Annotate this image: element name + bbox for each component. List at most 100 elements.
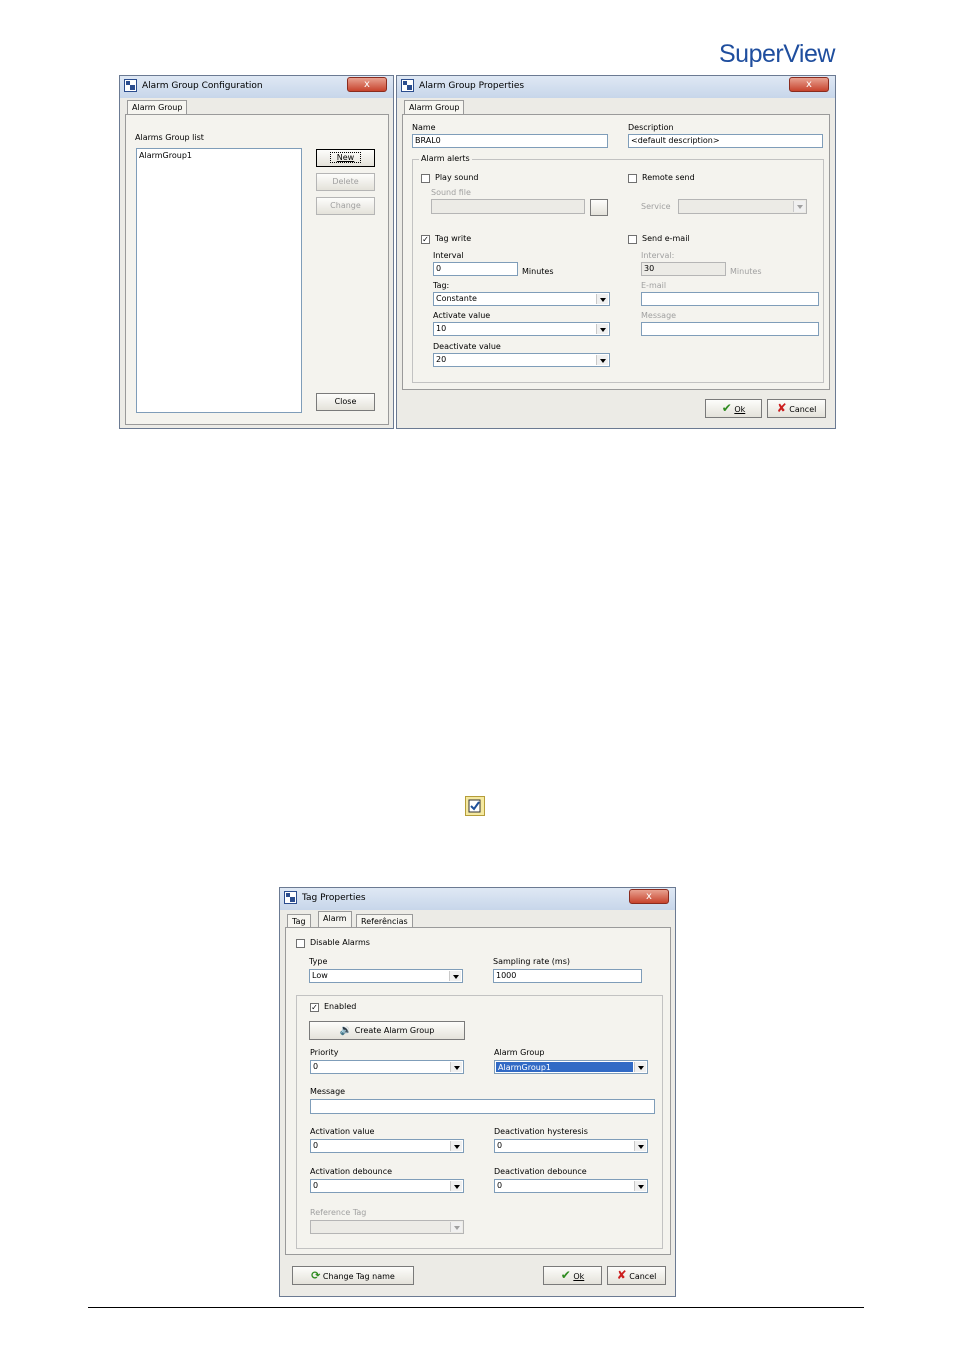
browse-sound-button[interactable] <box>590 199 608 216</box>
chevron-down-icon <box>596 294 608 304</box>
type-select[interactable]: Low <box>309 969 463 983</box>
sampling-rate-field[interactable]: 1000 <box>493 969 642 983</box>
tab-alarm-group[interactable]: Alarm Group <box>404 100 465 115</box>
close-icon: ✘ <box>616 1268 627 1282</box>
remote-send-checkbox[interactable] <box>628 174 637 183</box>
check-icon: ✔ <box>721 401 732 415</box>
alarm-group-configuration-window: Alarm Group Configuration x Alarm Group … <box>119 75 394 429</box>
tab-referencias[interactable]: Referências <box>356 914 413 928</box>
alarm-checklist-icon <box>465 796 485 816</box>
sound-file-label: Sound file <box>431 188 471 197</box>
interval-field[interactable]: 0 <box>433 262 518 276</box>
delete-button[interactable]: Delete <box>316 173 375 191</box>
email-field[interactable] <box>641 292 819 306</box>
message-field[interactable] <box>641 322 819 336</box>
priority-select[interactable]: 0 <box>310 1060 464 1074</box>
chevron-down-icon <box>596 355 608 365</box>
deactivation-hysteresis-label: Deactivation hysteresis <box>494 1127 588 1136</box>
change-button[interactable]: Change <box>316 197 375 215</box>
close-window-button[interactable]: x <box>347 77 387 92</box>
name-field[interactable]: BRAL0 <box>412 134 608 148</box>
activation-value-select[interactable]: 0 <box>310 1139 464 1153</box>
ok-button[interactable]: ✔ Ok <box>705 399 762 418</box>
send-email-checkbox[interactable] <box>628 235 637 244</box>
service-select[interactable] <box>678 199 807 214</box>
name-label: Name <box>412 123 436 132</box>
type-label: Type <box>309 957 328 966</box>
tag-write-checkbox[interactable]: ✓ <box>421 235 430 244</box>
tab-tag[interactable]: Tag <box>287 914 311 928</box>
activation-debounce-select[interactable]: 0 <box>310 1179 464 1193</box>
deactivation-debounce-select[interactable]: 0 <box>494 1179 648 1193</box>
ok-button[interactable]: ✔ Ok <box>543 1266 602 1285</box>
description-label: Description <box>628 123 674 132</box>
chevron-down-icon <box>450 1141 462 1151</box>
activate-value-select[interactable]: 10 <box>433 322 610 336</box>
app-icon <box>124 79 137 92</box>
title-bar: Tag Properties x <box>280 888 675 910</box>
change-tag-name-label: Change Tag name <box>322 1272 395 1281</box>
cancel-button[interactable]: ✘ Cancel <box>767 399 826 418</box>
description-field[interactable]: <default description> <box>628 134 823 148</box>
tag-select-value: Constante <box>436 294 477 303</box>
chevron-down-icon <box>596 324 608 334</box>
new-button-label: New <box>329 152 362 163</box>
superview-logo: SuperView <box>719 40 835 68</box>
activation-value-label: Activation value <box>310 1127 375 1136</box>
change-tag-name-button[interactable]: ⟳ Change Tag name <box>292 1266 414 1285</box>
deactivate-value: 20 <box>436 355 447 364</box>
activation-debounce-value: 0 <box>313 1181 319 1190</box>
list-item[interactable]: AlarmGroup1 <box>139 151 192 160</box>
reference-tag-label: Reference Tag <box>310 1208 367 1217</box>
window-title: Alarm Group Configuration <box>142 81 263 91</box>
cancel-button[interactable]: ✘ Cancel <box>607 1266 666 1285</box>
disable-alarms-checkbox[interactable] <box>296 939 305 948</box>
alarms-group-list[interactable]: AlarmGroup1 <box>136 148 302 413</box>
new-button[interactable]: New <box>316 149 375 167</box>
chevron-down-icon <box>450 1062 462 1072</box>
tab-alarm[interactable]: Alarm <box>318 911 352 928</box>
window-title: Tag Properties <box>302 893 366 903</box>
close-window-button[interactable]: x <box>789 77 829 92</box>
close-icon: ✘ <box>776 401 787 415</box>
cancel-label: Cancel <box>789 405 817 414</box>
chevron-down-icon <box>634 1141 646 1151</box>
tab-panel: Disable Alarms Type Low Sampling rate (m… <box>285 927 671 1255</box>
window-title: Alarm Group Properties <box>419 81 525 91</box>
play-sound-checkbox[interactable] <box>421 174 430 183</box>
play-sound-label: Play sound <box>435 173 479 182</box>
send-email-label: Send e-mail <box>642 234 690 243</box>
priority-value: 0 <box>313 1062 319 1071</box>
activation-debounce-label: Activation debounce <box>310 1167 393 1176</box>
tag-select[interactable]: Constante <box>433 292 610 306</box>
deactivation-hysteresis-value: 0 <box>497 1141 503 1150</box>
interval-label: Interval <box>433 251 464 260</box>
ok-label: Ok <box>573 1272 585 1281</box>
enabled-checkbox[interactable]: ✓ <box>310 1003 319 1012</box>
message-field[interactable] <box>310 1099 655 1114</box>
create-alarm-group-button[interactable]: 🔉 Create Alarm Group <box>309 1021 465 1040</box>
email-interval-label: Interval: <box>641 251 675 260</box>
reference-tag-select[interactable] <box>310 1220 464 1234</box>
type-value: Low <box>312 971 328 980</box>
alarm-group-label: Alarm Group <box>494 1048 545 1057</box>
footer-divider <box>88 1307 864 1308</box>
tab-alarm-group[interactable]: Alarm Group <box>127 100 188 115</box>
close-button[interactable]: Close <box>316 393 375 411</box>
sound-file-field[interactable] <box>431 199 585 214</box>
app-icon <box>401 79 414 92</box>
chevron-down-icon <box>634 1062 646 1072</box>
alarm-group-select[interactable]: AlarmGroup1 <box>494 1060 648 1074</box>
close-window-button[interactable]: x <box>629 889 669 904</box>
check-icon: ✔ <box>560 1268 571 1282</box>
deactivate-value-select[interactable]: 20 <box>433 353 610 367</box>
deactivation-debounce-label: Deactivation debounce <box>494 1167 587 1176</box>
deactivate-value-label: Deactivate value <box>433 342 501 351</box>
remote-send-label: Remote send <box>642 173 695 182</box>
ok-label: Ok <box>734 405 746 414</box>
alarms-group-list-label: Alarms Group list <box>135 133 204 142</box>
alarm-settings-group: ✓ Enabled 🔉 Create Alarm Group Priority … <box>296 995 663 1249</box>
deactivation-hysteresis-select[interactable]: 0 <box>494 1139 648 1153</box>
alarm-alerts-group-title: Alarm alerts <box>419 154 472 163</box>
email-interval-field[interactable]: 30 <box>641 262 726 276</box>
